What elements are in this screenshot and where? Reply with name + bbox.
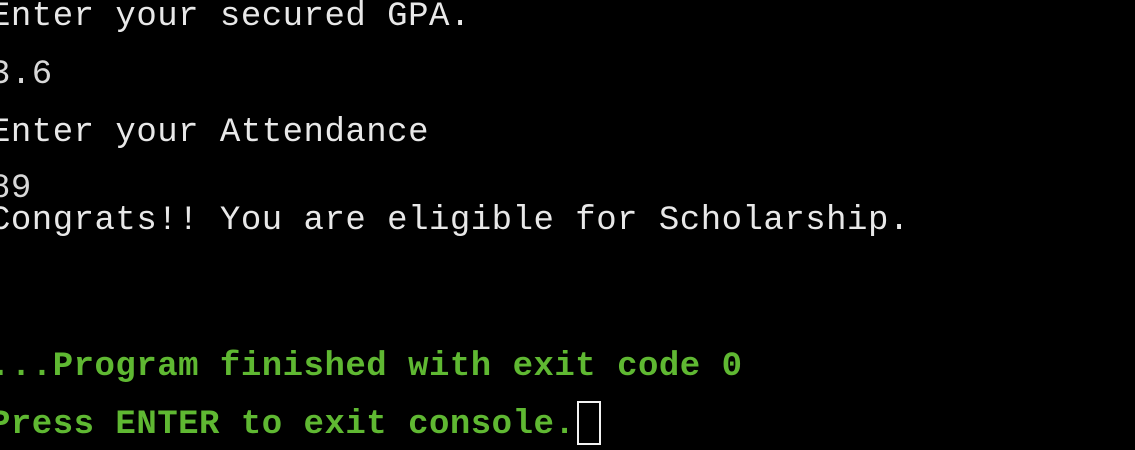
gpa-input-value: 3.6 <box>0 56 53 94</box>
exit-prompt-text: Press ENTER to exit console. <box>0 406 576 444</box>
gpa-prompt: Enter your secured GPA. <box>0 0 471 36</box>
console-output: Enter your secured GPA. 3.6 Enter your A… <box>0 0 1135 448</box>
text-cursor[interactable] <box>577 401 602 445</box>
exit-prompt: Press ENTER to exit console. <box>0 400 602 450</box>
exit-status: ...Program finished with exit code 0 <box>0 348 743 386</box>
scholarship-result: Congrats!! You are eligible for Scholars… <box>0 202 910 240</box>
attendance-prompt: Enter your Attendance <box>0 114 429 152</box>
